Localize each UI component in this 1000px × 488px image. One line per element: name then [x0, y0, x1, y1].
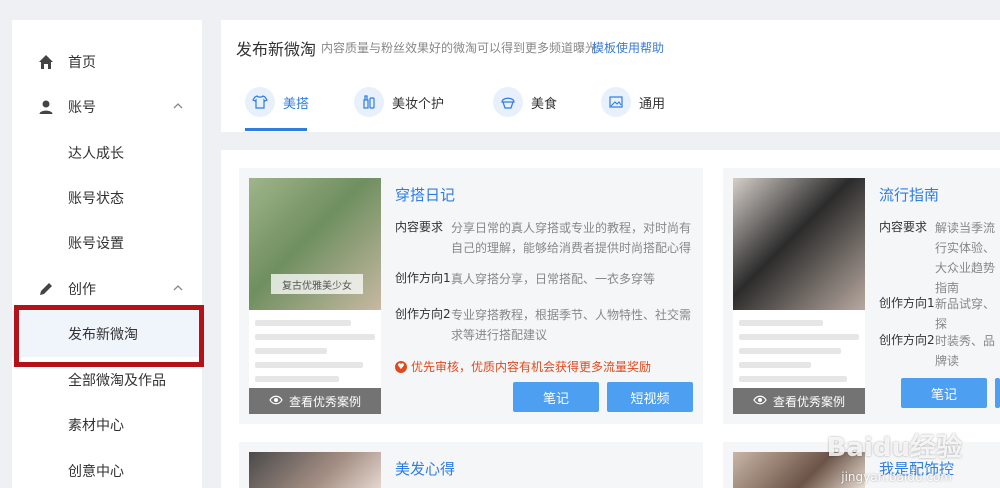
sidebar-item-creative[interactable]: 创意中心 [12, 448, 202, 488]
direction1-text: 新品试穿、探 [935, 297, 996, 331]
sidebar-item-label: 素材中心 [68, 418, 124, 434]
direction2-row: 创作方向2 时装秀、品牌读 [879, 331, 1000, 371]
requirement-row: 内容要求 解读当季流行实体验、大众业趋势指南 [879, 218, 1000, 298]
cosmetics-icon [354, 87, 384, 117]
note-button[interactable]: 笔记 [901, 378, 987, 408]
sidebar-item-label: 创作 [68, 282, 96, 298]
template-help-link[interactable]: 模板使用帮助 [592, 39, 664, 56]
template-title: 流行指南 [879, 186, 940, 204]
requirement-label: 内容要求 [395, 220, 444, 234]
template-preview: 复古优雅美少女 查看优秀案例 [249, 178, 381, 414]
tab-food[interactable]: 美食 [493, 86, 557, 130]
short-video-button[interactable] [995, 378, 1000, 408]
preview-photo: 复古优雅美少女 [249, 178, 381, 310]
publish-header: 发布新微淘 内容质量与粉丝效果好的微淘可以得到更多频道曝光 模板使用帮助 美搭 … [221, 20, 1000, 132]
direction1-row: 创作方向1 新品试穿、探 [879, 294, 1000, 334]
chevron-up-icon[interactable] [172, 282, 184, 294]
direction1-row: 创作方向1 真人穿搭分享，日常搭配、一衣多穿等 [395, 269, 691, 289]
sidebar-item-label: 全部微淘及作品 [68, 373, 166, 389]
sidebar-item-growth[interactable]: 达人成长 [12, 130, 202, 176]
view-cases-button[interactable]: 查看优秀案例 [733, 388, 865, 414]
sidebar-item-label: 账号设置 [68, 236, 124, 252]
direction1-label: 创作方向1 [879, 296, 935, 310]
sidebar-item-materials[interactable]: 素材中心 [12, 402, 202, 448]
home-icon [38, 54, 54, 70]
tab-label: 美搭 [283, 97, 310, 112]
requirement-label: 内容要求 [879, 220, 928, 234]
direction2-row: 创作方向2 专业穿搭教程，根据季节、人物特性、社交需求等进行搭配建议 [395, 305, 691, 345]
direction2-label: 创作方向2 [879, 333, 935, 347]
pencil-icon [38, 281, 54, 297]
tab-beauty[interactable]: 美妆个护 [354, 86, 444, 130]
sidebar-item-home[interactable]: 首页 [12, 39, 202, 85]
preview-text-lines [255, 320, 375, 390]
direction2-text: 时装秀、品牌读 [935, 334, 996, 368]
user-icon [38, 99, 54, 115]
sidebar-item-label: 账号 [68, 100, 96, 116]
page-title: 发布新微淘 [236, 40, 317, 59]
promo-notice: ♥ 优先审核，优质内容有机会获得更多流量奖励 [395, 358, 651, 375]
direction1-text: 真人穿搭分享，日常搭配、一衣多穿等 [451, 272, 656, 286]
eye-icon [753, 394, 767, 408]
baidu-watermark: Baidu经验 [826, 433, 962, 463]
sidebar: 首页 账号 达人成长 账号状态 账号设置 创作 发布新微淘 全部微淘及作品 素材… [12, 20, 202, 488]
view-cases-label: 查看优秀案例 [772, 394, 845, 409]
sidebar-item-label: 创意中心 [68, 464, 124, 480]
tab-general[interactable]: 通用 [601, 86, 665, 130]
highlight-annotation-box [14, 305, 204, 367]
sidebar-item-label: 账号状态 [68, 191, 124, 207]
preview-photo [733, 178, 865, 310]
preview-text-lines [739, 320, 859, 390]
tab-fashion[interactable]: 美搭 [245, 86, 309, 130]
page-description: 内容质量与粉丝效果好的微淘可以得到更多频道曝光 [321, 41, 598, 55]
note-button[interactable]: 笔记 [513, 382, 599, 412]
sidebar-item-account-status[interactable]: 账号状态 [12, 175, 202, 221]
tab-label: 通用 [639, 97, 666, 112]
template-title: 穿搭日记 [395, 186, 456, 204]
promo-text: 优先审核，优质内容有机会获得更多流量奖励 [411, 360, 652, 374]
tab-label: 美食 [531, 97, 558, 112]
preview-photo [249, 452, 381, 488]
requirement-text: 分享日常的真人穿搭或专业的教程，对时尚有自己的理解，能够给消费者提供时尚搭配心得 [451, 221, 692, 255]
eye-icon [269, 394, 283, 408]
template-card-trend-guide: 查看优秀案例 流行指南 内容要求 解读当季流行实体验、大众业趋势指南 创作方向1… [723, 168, 1000, 424]
sidebar-item-account[interactable]: 账号 [12, 84, 202, 130]
tab-label: 美妆个护 [392, 97, 445, 112]
sidebar-item-account-settings[interactable]: 账号设置 [12, 220, 202, 266]
image-icon [601, 87, 631, 117]
preview-caption: 复古优雅美少女 [271, 274, 363, 294]
template-preview: 查看优秀案例 [733, 178, 865, 414]
baidu-watermark-url: jingyan.baidu.com [841, 470, 952, 484]
active-tab-indicator [245, 128, 307, 131]
view-cases-button[interactable]: 查看优秀案例 [249, 388, 381, 414]
sidebar-item-label: 达人成长 [68, 146, 124, 162]
requirement-text: 解读当季流行实体验、大众业趋势指南 [935, 221, 996, 295]
template-title: 美发心得 [395, 460, 456, 478]
template-card-outfit-diary: 复古优雅美少女 查看优秀案例 穿搭日记 内容要求 分享日常的真人穿搭或专业的教程… [239, 168, 703, 424]
direction1-label: 创作方向1 [395, 271, 451, 285]
direction2-text: 专业穿搭教程，根据季节、人物特性、社交需求等进行搭配建议 [451, 308, 692, 342]
template-card-hair: 美发心得 [239, 442, 703, 488]
short-video-button[interactable]: 短视频 [607, 382, 693, 412]
requirement-row: 内容要求 分享日常的真人穿搭或专业的教程，对时尚有自己的理解，能够给消费者提供时… [395, 218, 691, 258]
cupcake-icon [493, 87, 523, 117]
shirt-icon [245, 87, 275, 117]
direction2-label: 创作方向2 [395, 307, 451, 321]
chevron-up-icon[interactable] [172, 100, 184, 112]
template-preview [249, 452, 381, 488]
view-cases-label: 查看优秀案例 [288, 394, 361, 409]
sidebar-item-label: 首页 [68, 55, 96, 71]
heart-badge-icon: ♥ [395, 360, 407, 373]
